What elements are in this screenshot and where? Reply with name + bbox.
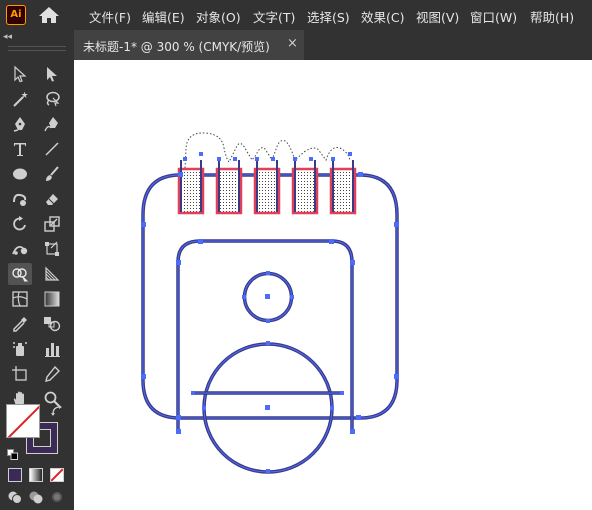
menu-edit[interactable]: 编辑(E): [142, 7, 185, 26]
pillars: [177, 160, 357, 215]
color-mode-button[interactable]: [8, 468, 22, 482]
mesh-tool-icon[interactable]: [8, 288, 32, 310]
menu-object[interactable]: 对象(O): [196, 7, 241, 26]
home-icon[interactable]: [38, 6, 60, 24]
direct-selection-tool-icon[interactable]: [40, 63, 64, 85]
selection-tool-icon[interactable]: [8, 63, 32, 85]
draw-behind-icon[interactable]: [27, 488, 45, 506]
menu-effect[interactable]: 效果(C): [361, 7, 404, 26]
menu-file[interactable]: 文件(F): [89, 7, 131, 26]
menu-window[interactable]: 窗口(W): [470, 7, 517, 26]
rotate-tool-icon[interactable]: [8, 213, 32, 235]
eraser-tool-icon[interactable]: [40, 188, 64, 210]
pen-tool-icon[interactable]: [8, 113, 32, 135]
fill-swatch[interactable]: [6, 404, 40, 438]
flame-outline: [184, 132, 351, 169]
column-graph-tool-icon[interactable]: [40, 338, 64, 360]
menu-view[interactable]: 视图(V): [416, 7, 459, 26]
magic-wand-tool-icon[interactable]: [8, 88, 32, 110]
lasso-tool-icon[interactable]: [40, 88, 64, 110]
artwork: [141, 132, 399, 474]
perspective-grid-tool-icon[interactable]: [40, 263, 64, 285]
eyedropper-tool-icon[interactable]: [8, 313, 32, 335]
line-segment-tool-icon[interactable]: [40, 138, 64, 160]
draw-normal-icon[interactable]: [6, 488, 24, 506]
artboard-tool-icon[interactable]: [8, 363, 32, 385]
menu-select[interactable]: 选择(S): [307, 7, 350, 26]
artboard-canvas[interactable]: [74, 60, 592, 510]
type-tool-icon[interactable]: [8, 138, 32, 160]
document-tab-title: 未标题-1* @ 300 % (CMYK/预览): [83, 40, 270, 54]
shaper-tool-icon[interactable]: [8, 188, 32, 210]
ellipse-tool-icon[interactable]: [8, 163, 32, 185]
scale-tool-icon[interactable]: [40, 213, 64, 235]
swap-fill-stroke-icon[interactable]: [50, 403, 64, 417]
gradient-tool-icon[interactable]: [40, 288, 64, 310]
shape-builder-tool-icon[interactable]: [8, 263, 32, 285]
paintbrush-tool-icon[interactable]: [40, 163, 64, 185]
none-mode-button[interactable]: [50, 468, 64, 482]
document-tab[interactable]: 未标题-1* @ 300 % (CMYK/预览) ×: [74, 30, 304, 60]
blend-tool-icon[interactable]: [40, 313, 64, 335]
tools-panel: ◂◂: [0, 30, 74, 510]
close-tab-icon[interactable]: ×: [287, 36, 298, 51]
puppet-warp-tool-icon[interactable]: [8, 238, 32, 260]
curvature-tool-icon[interactable]: [40, 113, 64, 135]
slice-tool-icon[interactable]: [40, 363, 64, 385]
collapse-panel-icon[interactable]: ◂◂: [3, 32, 12, 42]
panel-grip[interactable]: [8, 46, 66, 51]
gradient-mode-button[interactable]: [29, 468, 43, 482]
document-tab-bar: 未标题-1* @ 300 % (CMYK/预览) ×: [74, 30, 592, 60]
symbol-sprayer-tool-icon[interactable]: [8, 338, 32, 360]
menu-type[interactable]: 文字(T): [253, 7, 295, 26]
app-logo: Ai: [6, 5, 26, 25]
menu-help[interactable]: 帮助(H): [530, 7, 574, 26]
free-transform-tool-icon[interactable]: [40, 238, 64, 260]
default-fill-stroke-icon[interactable]: [7, 445, 18, 460]
menu-bar: Ai 文件(F) 编辑(E) 对象(O) 文字(T) 选择(S) 效果(C) 视…: [0, 0, 592, 30]
screen-mode-icon[interactable]: [48, 488, 66, 506]
